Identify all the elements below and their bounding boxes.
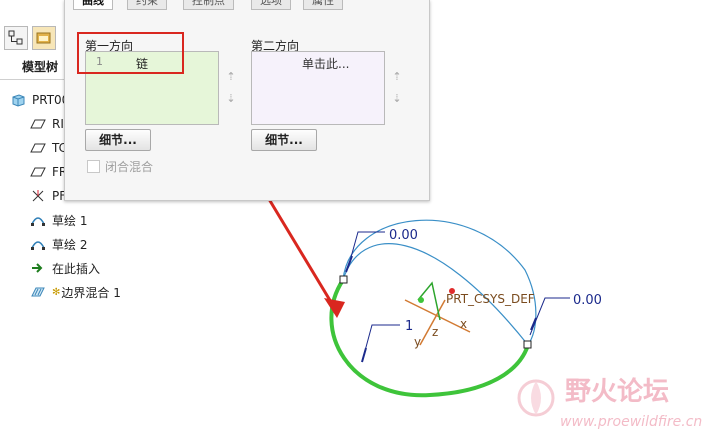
dimension-top-value: 0.00 — [389, 228, 418, 243]
annotation-highlight-box — [77, 32, 184, 74]
curve-endpoint-left — [339, 275, 348, 284]
tab-curves[interactable]: 曲线 — [73, 0, 113, 10]
boundary-blend-dialog: 曲线 约束 控制点 选项 属性 第一方向 1 链 ⇡ ⇣ 细节... 第二方向 … — [64, 0, 430, 201]
axis-x-label: x — [460, 317, 467, 331]
click-here-prompt[interactable]: 单击此... — [302, 55, 349, 72]
watermark-url: www.proewildfire.cn — [560, 414, 702, 430]
closed-blend-checkbox[interactable] — [87, 160, 100, 173]
tab-properties[interactable]: 属性 — [303, 0, 343, 10]
axis-z-label: z — [432, 325, 438, 339]
curve-endpoint-right — [523, 340, 532, 349]
watermark-logo — [517, 379, 555, 417]
move-down-icon[interactable]: ⇣ — [225, 93, 237, 104]
tab-constraints[interactable]: 约束 — [127, 0, 167, 10]
tab-control-points[interactable]: 控制点 — [183, 0, 234, 10]
dimension-right-value: 0.00 — [573, 293, 602, 308]
second-direction-details-button[interactable]: 细节... — [251, 129, 317, 151]
annotation-arrowhead — [324, 298, 345, 318]
axis-y-label: y — [414, 335, 421, 349]
move-down-icon[interactable]: ⇣ — [391, 93, 403, 104]
tab-options[interactable]: 选项 — [251, 0, 291, 10]
csys-label: PRT_CSYS_DEF — [446, 292, 535, 306]
move-up-icon[interactable]: ⇡ — [225, 71, 237, 82]
move-up-icon[interactable]: ⇡ — [391, 71, 403, 82]
chain-number-label: 1 — [405, 319, 413, 334]
first-direction-details-button[interactable]: 细节... — [85, 129, 151, 151]
closed-blend-label: 闭合混合 — [105, 160, 154, 174]
watermark-title: 野火论坛 — [565, 377, 669, 407]
second-direction-collector[interactable]: 单击此... — [251, 51, 385, 125]
